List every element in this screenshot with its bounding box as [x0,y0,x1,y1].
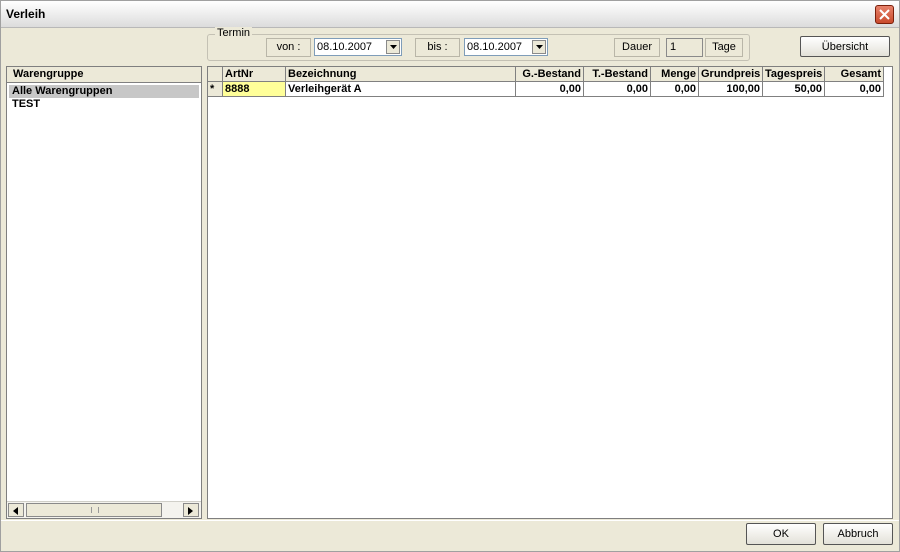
warengruppe-header: Warengruppe [7,67,201,83]
von-date-combo[interactable]: 08.10.2007 [314,38,402,56]
cell-t-bestand[interactable]: 0,00 [584,82,651,97]
dauer-value: 1 [666,38,703,57]
bis-date-combo[interactable]: 08.10.2007 [464,38,548,56]
termin-legend: Termin [215,27,253,39]
grid-header-artnr[interactable]: ArtNr [223,67,286,82]
cell-g-bestand[interactable]: 0,00 [516,82,584,97]
footer-divider [1,520,899,521]
grip-icon [91,507,99,513]
close-icon [879,9,890,20]
grid-header-menge[interactable]: Menge [651,67,699,82]
list-item-test[interactable]: TEST [9,98,199,111]
cell-tagespreis[interactable]: 50,00 [763,82,825,97]
arrow-right-icon [188,507,193,515]
cell-menge[interactable]: 0,00 [651,82,699,97]
list-item-alle-warengruppen[interactable]: Alle Warengruppen [9,85,199,98]
termin-group: Termin von : 08.10.2007 bis : 08.10.2007… [207,27,750,61]
tage-label: Tage [705,38,743,57]
scroll-right-button[interactable] [183,503,199,517]
von-date-value: 08.10.2007 [317,41,373,53]
uebersicht-button[interactable]: Übersicht [800,36,890,57]
abbruch-button[interactable]: Abbruch [823,523,893,545]
arrow-left-icon [13,507,18,515]
grid-header-g-bestand[interactable]: G.-Bestand [516,67,584,82]
grid-header-marker [208,67,223,82]
grid-header-t-bestand[interactable]: T.-Bestand [584,67,651,82]
grid-header-tagespreis[interactable]: Tagespreis [763,67,825,82]
von-dropdown-button[interactable] [386,40,400,54]
bis-dropdown-button[interactable] [532,40,546,54]
grid-header-gesamt[interactable]: Gesamt [825,67,884,82]
bis-date-value: 08.10.2007 [467,41,523,53]
cell-gesamt[interactable]: 0,00 [825,82,884,97]
grid-header-grundpreis[interactable]: Grundpreis [699,67,763,82]
verleih-window: Verleih Termin von : 08.10.2007 bis : 08… [0,0,900,552]
warengruppe-list[interactable]: Warengruppe Alle Warengruppen TEST [6,66,202,519]
scroll-left-button[interactable] [8,503,24,517]
cell-artnr[interactable]: 8888 [223,82,286,97]
cell-grundpreis[interactable]: 100,00 [699,82,763,97]
grid-header-bezeichnung[interactable]: Bezeichnung [286,67,516,82]
row-marker: * [208,82,223,97]
von-label: von : [266,38,311,57]
chevron-down-icon [390,45,397,49]
close-button[interactable] [875,5,894,24]
ok-button[interactable]: OK [746,523,816,545]
scrollbar-thumb[interactable] [26,503,162,517]
title-bar[interactable]: Verleih [1,1,899,28]
bis-label: bis : [415,38,460,57]
chevron-down-icon [536,45,543,49]
article-grid[interactable]: ArtNr Bezeichnung G.-Bestand T.-Bestand … [207,66,893,519]
cell-bezeichnung[interactable]: Verleihgerät A [286,82,516,97]
window-title: Verleih [6,7,46,21]
dauer-label: Dauer [614,38,660,57]
horizontal-scrollbar[interactable] [7,501,201,518]
